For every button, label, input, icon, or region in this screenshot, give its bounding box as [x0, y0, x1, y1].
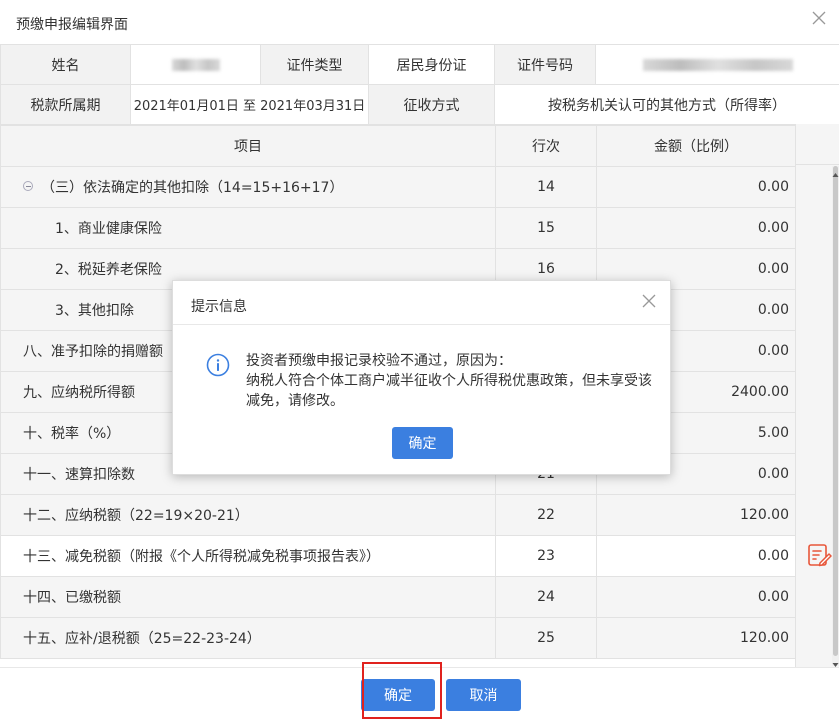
name-value	[130, 44, 261, 85]
alert-message: 投资者预缴申报记录校验不通过，原因为： 纳税人符合个体工商户减半征收个人所得税优…	[246, 351, 656, 411]
table-row: 十五、应补/退税额（25=22-23-24） 25 120.00	[0, 617, 796, 659]
table-row: 十二、应纳税额（22=19×20-21） 22 120.00	[0, 494, 796, 536]
grid-scrollbar[interactable]	[832, 166, 839, 666]
action-column-header	[796, 124, 839, 165]
alert-dialog-title: 提示信息	[191, 299, 247, 315]
window-titlebar: 预缴申报编辑界面	[0, 0, 839, 46]
row-item-label: 十四、已缴税额	[0, 576, 496, 618]
method-value: 按税务机关认可的其他方式（所得率）	[494, 84, 839, 125]
taxpayer-info-table: 姓名 证件类型 居民身份证 证件号码 税款所属期 2021年01月01日 至 2…	[0, 44, 839, 125]
row-number: 24	[495, 576, 597, 618]
alert-ok-button[interactable]: 确定	[392, 427, 453, 459]
row-item-label: （三）依法确定的其他扣除（14=15+16+17）	[41, 180, 344, 196]
row-item-label: 1、商业健康保险	[0, 207, 496, 249]
table-row: 1、商业健康保险 15 0.00	[0, 207, 796, 249]
col-header-item: 项目	[0, 125, 496, 167]
row-number: 14	[495, 166, 597, 208]
row-number: 22	[495, 494, 597, 536]
row-item-label: 十三、减免税额（附报《个人所得税减免税事项报告表》）	[0, 535, 496, 577]
scroll-up-icon[interactable]	[832, 166, 839, 177]
row-amount: 0.00	[596, 576, 796, 618]
id-type-value: 居民身份证	[368, 44, 495, 85]
alert-message-line1: 投资者预缴申报记录校验不通过，原因为：	[246, 353, 512, 369]
name-redacted	[171, 58, 220, 71]
edit-report-icon[interactable]	[806, 542, 832, 568]
row-amount: 0.00	[596, 166, 796, 208]
alert-dialog: 提示信息 投资者预缴申报记录校验不通过，原因为： 纳税人符合个体工商户减半征收个…	[172, 280, 671, 475]
window-close-icon[interactable]	[809, 10, 829, 30]
row-item-label: 十五、应补/退税额（25=22-23-24）	[0, 617, 496, 659]
table-row: （三）依法确定的其他扣除（14=15+16+17） 14 0.00	[0, 166, 796, 208]
table-row: 十四、已缴税额 24 0.00	[0, 576, 796, 618]
id-type-label: 证件类型	[260, 44, 369, 85]
cancel-button[interactable]: 取消	[446, 679, 521, 711]
table-row-item[interactable]: （三）依法确定的其他扣除（14=15+16+17）	[0, 166, 496, 208]
row-amount: 120.00	[596, 617, 796, 659]
col-header-row: 行次	[495, 125, 597, 167]
alert-message-line2: 纳税人符合个体工商户减半征收个人所得税优惠政策，但未享受该减免，请修改。	[246, 373, 652, 409]
period-label: 税款所属期	[0, 84, 131, 125]
alert-close-icon[interactable]	[640, 292, 658, 310]
row-number: 15	[495, 207, 597, 249]
id-no-redacted	[642, 58, 793, 71]
row-amount: 0.00	[596, 207, 796, 249]
row-number: 23	[495, 535, 597, 577]
col-header-amount: 金额（比例）	[596, 125, 796, 167]
info-icon	[206, 353, 230, 377]
row-amount: 0.00	[596, 535, 796, 577]
id-no-label: 证件号码	[494, 44, 596, 85]
period-value: 2021年01月01日 至 2021年03月31日	[130, 84, 369, 125]
row-number: 25	[495, 617, 597, 659]
table-row: 十三、减免税额（附报《个人所得税减免税事项报告表》） 23 0.00	[0, 535, 796, 577]
row-item-label: 十二、应纳税额（22=19×20-21）	[0, 494, 496, 536]
id-no-value	[595, 44, 839, 85]
row-amount: 120.00	[596, 494, 796, 536]
grid-scrollbar-thumb[interactable]	[833, 166, 838, 656]
window-title: 预缴申报编辑界面	[16, 17, 128, 33]
method-label: 征收方式	[368, 84, 495, 125]
scroll-down-icon[interactable]	[832, 656, 839, 667]
confirm-button[interactable]: 确定	[361, 679, 435, 711]
name-label: 姓名	[0, 44, 131, 85]
alert-dialog-header: 提示信息	[173, 281, 670, 325]
collapse-icon[interactable]	[23, 181, 33, 191]
